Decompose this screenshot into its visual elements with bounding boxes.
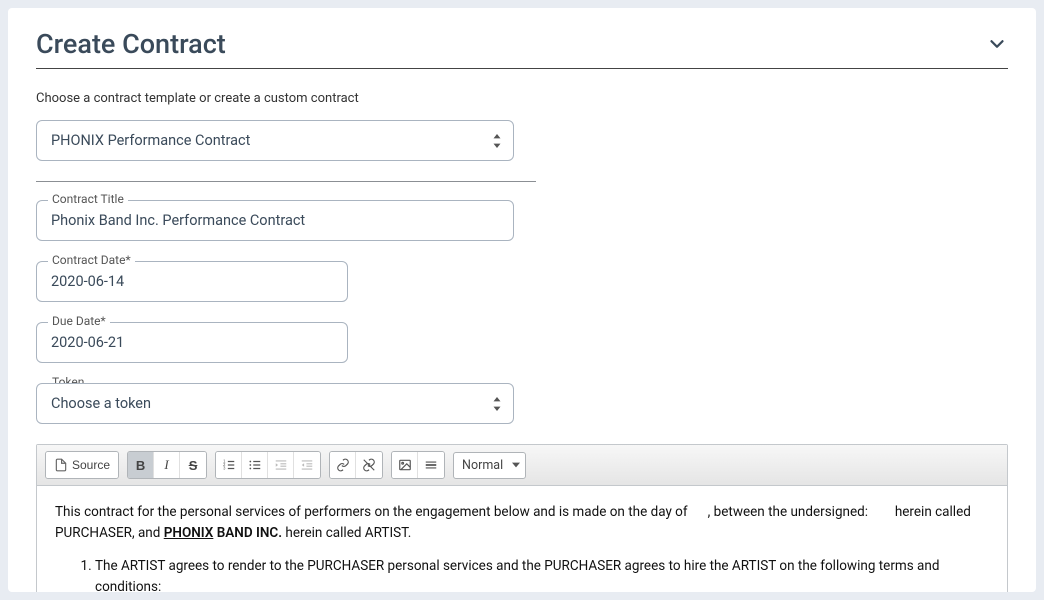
due-date-input[interactable]: [36, 322, 348, 363]
editor-content[interactable]: This contract for the personal services …: [37, 486, 1007, 592]
token-select[interactable]: Choose a token: [36, 383, 514, 424]
italic-button[interactable]: I: [154, 452, 180, 478]
due-date-field: Due Date*: [36, 322, 348, 363]
ol1-text: The ARTIST agrees to render to the PURCH…: [95, 558, 939, 592]
hr-button[interactable]: [418, 452, 444, 478]
toolbar-group-link: [329, 451, 383, 479]
toolbar-group-source: Source: [45, 451, 119, 479]
image-icon: [398, 458, 412, 472]
hr-icon: [424, 458, 438, 472]
ordered-list-button[interactable]: 123: [216, 452, 242, 478]
ordered-list-icon: 123: [222, 458, 236, 472]
template-field: PHONIX Performance Contract: [36, 120, 514, 161]
source-button[interactable]: Source: [46, 452, 118, 478]
due-date-label: Due Date*: [48, 314, 110, 328]
contract-date-label: Contract Date*: [48, 253, 135, 267]
rich-text-editor: Source B I S 123: [36, 444, 1008, 592]
contract-title-label: Contract Title: [48, 192, 128, 206]
outdent-button[interactable]: [268, 452, 294, 478]
chevron-down-icon[interactable]: [986, 33, 1008, 55]
source-label: Source: [72, 458, 110, 472]
strike-button[interactable]: S: [180, 452, 206, 478]
subtitle-text: Choose a contract template or create a c…: [36, 91, 1008, 106]
toolbar-group-insert: [391, 451, 445, 479]
list-item: The ARTIST agrees to render to the PURCH…: [95, 556, 989, 592]
toolbar-group-format: B I S: [127, 451, 207, 479]
template-select[interactable]: PHONIX Performance Contract: [36, 120, 514, 161]
band-name: PHONIX: [164, 525, 214, 541]
page-title: Create Contract: [36, 28, 226, 60]
unlink-icon: [362, 458, 376, 472]
band-suffix: BAND INC.: [213, 525, 282, 541]
divider: [36, 181, 536, 182]
editor-text: This contract for the personal services …: [55, 504, 688, 520]
token-field: Token Choose a token: [36, 383, 514, 424]
indent-icon: [300, 458, 314, 472]
header-row: Create Contract: [36, 28, 1008, 69]
contract-date-input[interactable]: [36, 261, 348, 302]
contract-date-field: Contract Date*: [36, 261, 348, 302]
image-button[interactable]: [392, 452, 418, 478]
indent-button[interactable]: [294, 452, 320, 478]
contract-title-field: Contract Title: [36, 200, 514, 241]
unordered-list-button[interactable]: [242, 452, 268, 478]
svg-text:3: 3: [223, 466, 226, 471]
format-select-wrap: Normal: [453, 452, 526, 479]
unlink-button[interactable]: [356, 452, 382, 478]
link-button[interactable]: [330, 452, 356, 478]
unordered-list-icon: [248, 458, 262, 472]
link-icon: [336, 458, 350, 472]
create-contract-card: Create Contract Choose a contract templa…: [8, 8, 1036, 592]
contract-title-input[interactable]: [36, 200, 514, 241]
format-select[interactable]: Normal: [453, 452, 526, 479]
artist-sentence: herein called ARTIST.: [282, 525, 411, 541]
editor-toolbar: Source B I S 123: [37, 445, 1007, 486]
doc-icon: [54, 458, 68, 472]
bold-button[interactable]: B: [128, 452, 154, 478]
editor-text: , between the undersigned:: [708, 504, 868, 520]
toolbar-group-list: 123: [215, 451, 321, 479]
outdent-icon: [274, 458, 288, 472]
